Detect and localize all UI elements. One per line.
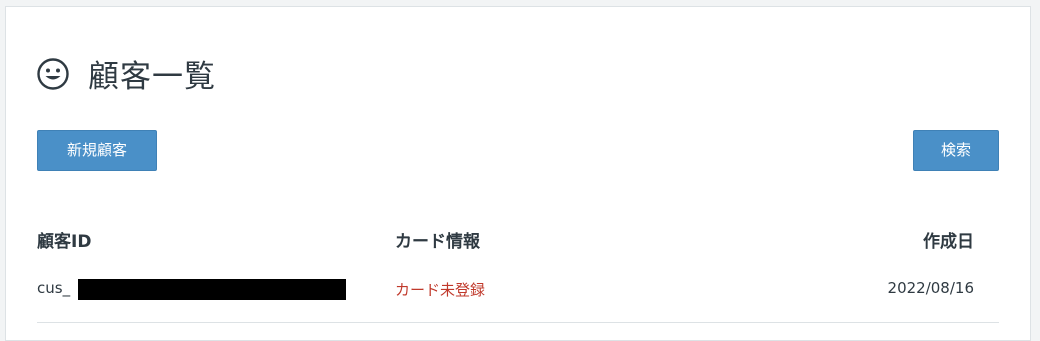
- redaction-bar: [78, 279, 346, 300]
- column-header-customer-id: 顧客ID: [37, 232, 92, 252]
- page-title: 顧客一覧: [88, 59, 216, 95]
- column-header-card-info: カード情報: [395, 232, 480, 252]
- new-customer-button[interactable]: 新規顧客: [37, 130, 157, 171]
- created-date-cell: 2022/08/16: [887, 279, 974, 297]
- customer-list-panel: 顧客一覧 新規顧客 検索 顧客ID カード情報 作成日 cus_ カード未登録 …: [5, 6, 1031, 341]
- card-status-cell: カード未登録: [395, 281, 486, 299]
- column-header-created-date: 作成日: [923, 232, 974, 252]
- customer-id-cell[interactable]: cus_: [37, 279, 70, 297]
- search-button[interactable]: 検索: [913, 130, 999, 171]
- smile-icon: [36, 57, 70, 91]
- row-divider: [37, 322, 999, 323]
- page-header: 顧客一覧: [36, 51, 216, 96]
